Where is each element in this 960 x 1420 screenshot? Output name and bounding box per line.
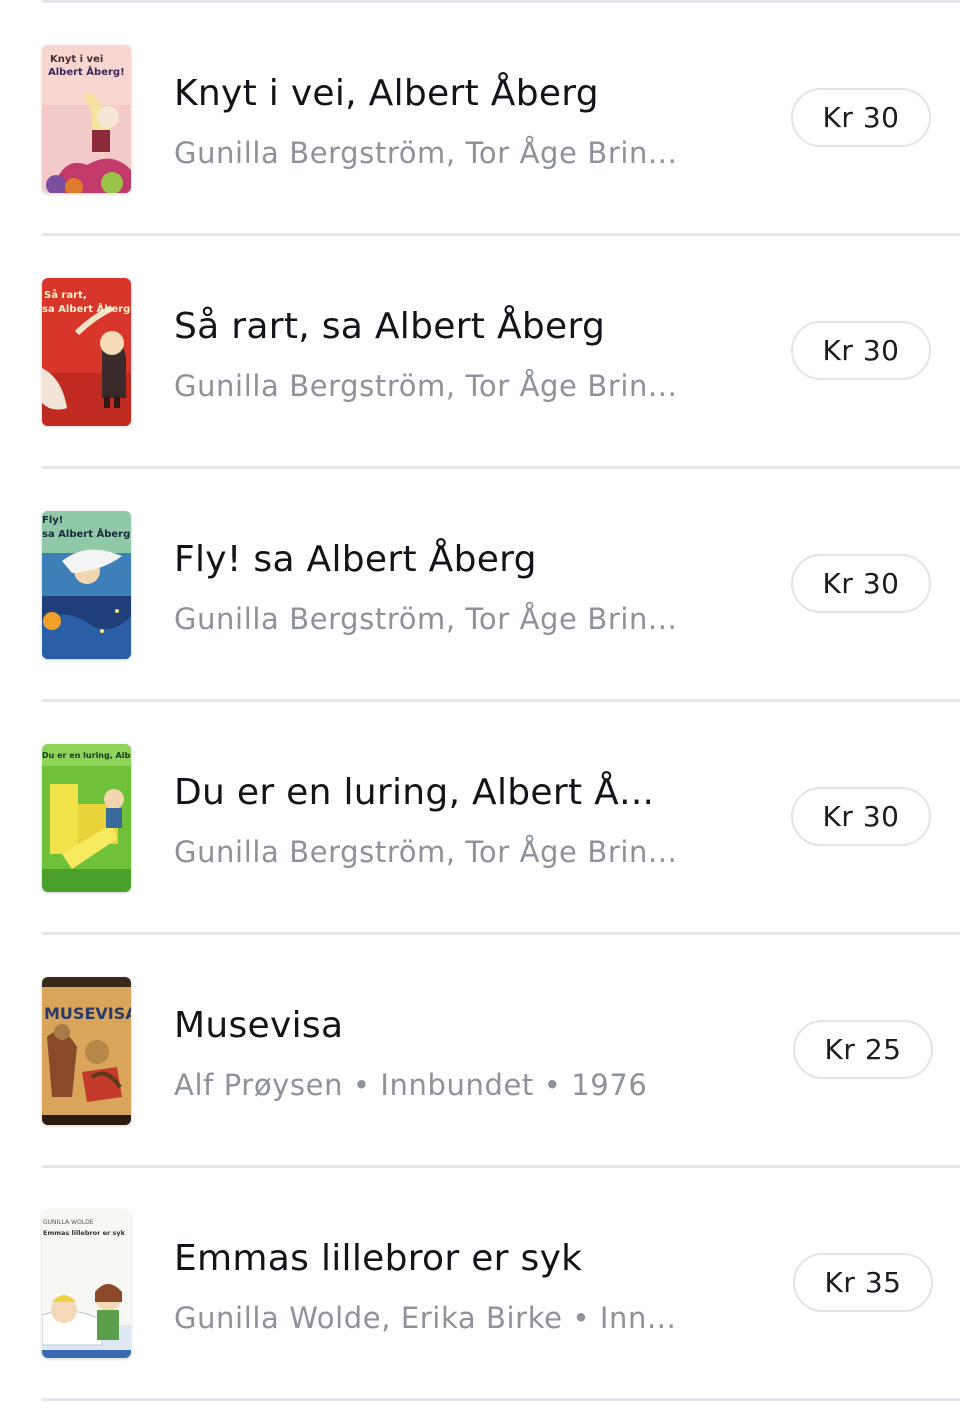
book-authors: Gunilla Bergström, Tor Åge Brin... [174, 136, 678, 170]
book-cover-image: GUNILLA WOLDE Emmas lillebror er syk [42, 1210, 131, 1358]
cover-title-line: sa Albert Åberg [42, 302, 130, 315]
book-authors: Gunilla Bergström, Tor Åge Brin... [174, 602, 678, 636]
list-item-book-4[interactable]: Du er en luring, Albert Åberg Du er en l… [0, 701, 960, 931]
book-cover-image: Så rart, sa Albert Åberg [42, 278, 131, 426]
book-title: Emmas lillebror er syk [174, 1238, 583, 1279]
cover-title-line: Fly! [42, 515, 63, 526]
book-cover-image: Fly! sa Albert Åberg [42, 511, 131, 659]
book-cover-image: Knyt i vei Albert Åberg! [42, 45, 131, 193]
book-title: Knyt i vei, Albert Åberg [174, 73, 599, 114]
price-button[interactable]: Kr 30 [791, 321, 931, 380]
price-button[interactable]: Kr 30 [791, 554, 931, 613]
book-title: Fly! sa Albert Åberg [174, 539, 537, 580]
cover-title-line: Knyt i vei [50, 54, 103, 65]
list-item-book-3[interactable]: Fly! sa Albert Åberg Fly! sa Albert Åber… [0, 468, 960, 698]
price-button[interactable]: Kr 35 [793, 1253, 933, 1312]
cover-title-line: sa Albert Åberg [42, 527, 130, 540]
book-cover-image: Du er en luring, Albert Åberg [42, 744, 131, 892]
cover-title-line: Emmas lillebror er syk [43, 1229, 126, 1237]
list-item-book-1[interactable]: Knyt i vei Albert Åberg! Knyt i vei, Alb… [0, 2, 960, 232]
book-authors: Gunilla Bergström, Tor Åge Brin... [174, 835, 678, 869]
book-authors: Gunilla Bergström, Tor Åge Brin... [174, 369, 678, 403]
cover-title-line: Du er en luring, Albert Åberg [42, 750, 131, 760]
book-title: Musevisa [174, 1005, 344, 1046]
book-list: Knyt i vei Albert Åberg! Knyt i vei, Alb… [0, 0, 960, 1420]
price-button[interactable]: Kr 25 [793, 1020, 933, 1079]
divider [42, 1398, 960, 1401]
book-details: Alf Prøysen • Innbundet • 1976 [174, 1068, 648, 1102]
price-button[interactable]: Kr 30 [791, 88, 931, 147]
book-title: Så rart, sa Albert Åberg [174, 306, 606, 347]
price-button[interactable]: Kr 30 [791, 787, 931, 846]
list-item-book-2[interactable]: Så rart, sa Albert Åberg Så rart, sa Alb… [0, 235, 960, 465]
cover-title-line: Albert Åberg! [48, 65, 125, 78]
list-item-book-6[interactable]: GUNILLA WOLDE Emmas lillebror er syk Emm… [0, 1167, 960, 1397]
cover-title-line: MUSEVISA [44, 1004, 131, 1023]
book-cover-image: MUSEVISA [42, 977, 131, 1125]
book-title: Du er en luring, Albert Å... [174, 772, 655, 813]
book-authors: Gunilla Wolde, Erika Birke • Inn... [174, 1301, 677, 1335]
list-item-book-5[interactable]: MUSEVISA Musevisa Alf Prøysen • Innbunde… [0, 934, 960, 1164]
cover-title-line: Så rart, [44, 288, 87, 301]
cover-title-line: GUNILLA WOLDE [43, 1219, 94, 1226]
